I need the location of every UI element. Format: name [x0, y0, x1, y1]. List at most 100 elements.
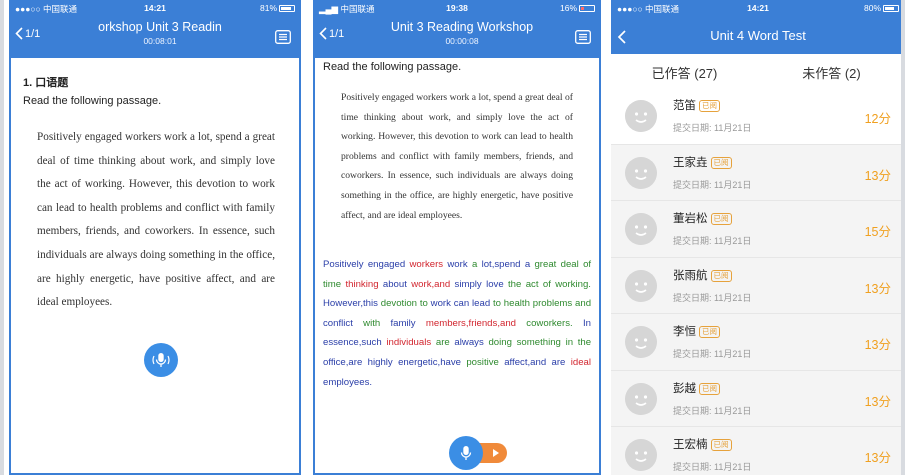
page-counter: 1/1 — [25, 27, 41, 40]
user-avatar-icon — [625, 326, 657, 358]
student-name-text: 董岩松 — [673, 213, 708, 225]
student-row[interactable]: 李恒 已阅 提交日期: 11月21日 13分 — [611, 314, 905, 371]
scored-word: energetic,have — [398, 356, 461, 368]
scored-word: simply — [454, 278, 482, 290]
header-bar: ●●●○○ 中国联通 14:21 81% 1/1 orkshop Unit 3 … — [9, 0, 301, 58]
scored-word: employees. — [323, 376, 373, 388]
question-title: 1. 口语题 — [23, 77, 69, 89]
scored-word: However,this — [323, 298, 378, 310]
student-list: 范笛 已阅 提交日期: 11月21日 12分 王家垚 已阅 提交日期: 11月21日 13分董… — [611, 88, 905, 475]
scored-word: of — [583, 259, 592, 270]
student-row[interactable]: 张雨航 已阅提交日期: 11月21日 13分 — [611, 257, 905, 314]
scored-word: workers — [409, 259, 444, 270]
student-name-text: 彭越 — [673, 382, 696, 395]
student-row[interactable]: 范笛 已阅 提交日期: 11月21日 12分 — [611, 88, 905, 145]
clock: 19:38 — [446, 3, 468, 13]
student-name: 王宏楠 已阅 — [673, 436, 732, 452]
student-name-text: 李恒 — [673, 326, 696, 338]
scored-word: great — [534, 259, 557, 270]
avatar — [625, 382, 657, 415]
scored-word: essence,such — [323, 337, 382, 349]
scored-word: in — [565, 337, 574, 349]
record-button[interactable] — [144, 343, 178, 377]
student-row[interactable]: 王家垚 已阅 提交日期: 11月21日 13分 — [611, 144, 905, 201]
status-bar: ▂▄▆ 中国联通 19:38 16% — [313, 0, 601, 16]
back-button[interactable] — [617, 30, 628, 44]
back-button[interactable]: 1/1 — [319, 27, 344, 40]
instruction-text: Read the following passage. — [23, 95, 162, 107]
score: 13分 — [864, 338, 891, 352]
scored-word: doing — [488, 337, 512, 349]
scored-word: of — [542, 278, 551, 290]
score: 13分 — [864, 281, 891, 296]
status-bar: ●●●○○ 中国联通 14:21 80% — [611, 0, 905, 16]
student-row[interactable]: 彭越 已阅 提交日期: 11月21日 13分 — [611, 370, 905, 427]
header-bar: ▂▄▆ 中国联通 19:38 16% 1/1 Unit 3 Reading Wo… — [313, 0, 601, 58]
scored-word: are — [551, 356, 566, 368]
elapsed-timer: 00:08:01 — [143, 36, 177, 46]
avatar — [625, 213, 657, 245]
scored-word: work — [447, 259, 468, 270]
scored-word: and — [575, 298, 592, 310]
scored-word: In — [582, 317, 591, 329]
page-title: Unit 4 Word Test — [710, 28, 806, 43]
submit-date: 提交日期: 11月21日 — [673, 179, 752, 190]
score: 15分 — [864, 225, 891, 239]
user-avatar-icon — [625, 213, 657, 245]
scored-word: affect,and — [504, 356, 547, 368]
submit-date: 提交日期: 11月21日 — [673, 292, 752, 303]
back-button[interactable]: 1/1 — [15, 27, 40, 40]
student-name: 董岩松 已阅 — [673, 210, 732, 226]
right-edge-strip — [901, 0, 905, 475]
scored-word: about — [382, 278, 407, 290]
student-name: 范笛 已阅 — [673, 97, 720, 113]
user-avatar-icon — [625, 269, 657, 302]
scored-word: work,and — [411, 278, 451, 290]
score: 13分 — [864, 394, 891, 409]
scored-word: to — [492, 298, 501, 310]
reviewed-badge: 已阅 — [699, 100, 720, 112]
student-name-text: 张雨航 — [673, 269, 708, 282]
record-button[interactable] — [449, 436, 483, 470]
scored-passage: Positively engaged workers work a lot,sp… — [323, 255, 591, 392]
battery-icon — [883, 5, 899, 12]
reading-question-screen: ●●●○○ 中国联通 14:21 81% 1/1 orkshop Unit 3 … — [9, 0, 301, 475]
page-counter: 1/1 — [329, 27, 345, 40]
user-avatar-icon — [625, 100, 657, 132]
reviewed-badge: 已阅 — [710, 269, 732, 282]
student-row[interactable]: 董岩松 已阅 提交日期: 11月21日 15分 — [611, 201, 905, 258]
elapsed-timer: 00:00:08 — [445, 36, 479, 46]
avatar — [625, 156, 657, 189]
student-name: 李恒 已阅 — [673, 323, 720, 339]
clock: 14:21 — [144, 3, 166, 13]
page-title: Unit 3 Reading Workshop — [390, 20, 534, 34]
scored-word: problems — [532, 298, 573, 310]
user-avatar-icon — [625, 382, 657, 415]
scored-word: time — [323, 278, 342, 290]
answer-sheet-icon[interactable] — [575, 30, 591, 44]
scored-word: something — [516, 337, 561, 349]
scored-word: working. — [555, 278, 591, 290]
submit-date: 提交日期: 11月21日 — [673, 462, 752, 472]
microphone-icon — [460, 446, 472, 460]
scored-word: positive — [466, 356, 499, 368]
scored-word: individuals — [386, 337, 432, 349]
avatar — [625, 439, 657, 471]
scored-word: deal — [560, 259, 579, 270]
student-name-text: 范笛 — [673, 100, 696, 112]
instruction-text: Read the following passage. — [323, 61, 462, 73]
scored-word: family — [390, 317, 416, 329]
submit-date: 提交日期: 11月21日 — [673, 405, 752, 416]
scored-word: act — [525, 278, 539, 290]
scored-word: lot,spend — [481, 259, 521, 270]
scored-word: health — [503, 298, 530, 310]
chevron-left-icon — [617, 30, 626, 44]
header-title-block: orkshop Unit 3 Readin 00:08:01 — [59, 20, 261, 46]
answer-sheet-icon[interactable] — [275, 30, 291, 44]
student-row[interactable]: 王宏楠 已阅 提交日期: 11月21日 13分 — [611, 427, 905, 475]
scored-word: highly — [367, 356, 393, 368]
scored-word: devotion — [380, 298, 418, 310]
scored-word: thinking — [345, 278, 379, 290]
battery-icon — [579, 5, 595, 12]
scored-word: ideal — [570, 356, 592, 368]
